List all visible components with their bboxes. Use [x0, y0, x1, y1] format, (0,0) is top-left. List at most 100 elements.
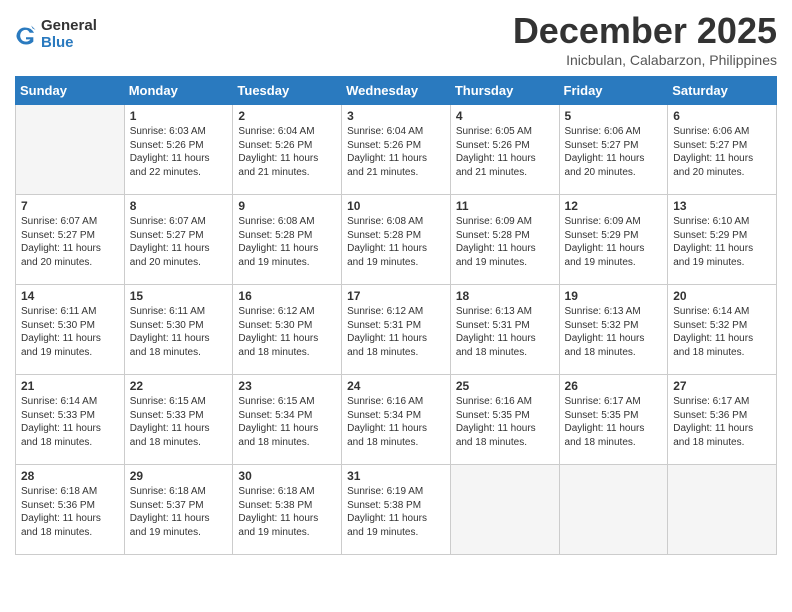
day-number: 1 [130, 109, 228, 123]
calendar-cell: 31 Sunrise: 6:19 AMSunset: 5:38 PMDaylig… [342, 465, 451, 555]
day-info: Sunrise: 6:07 AMSunset: 5:27 PMDaylight:… [130, 216, 210, 268]
day-info: Sunrise: 6:08 AMSunset: 5:28 PMDaylight:… [347, 216, 427, 268]
day-info: Sunrise: 6:19 AMSunset: 5:38 PMDaylight:… [347, 486, 427, 538]
day-number: 19 [565, 289, 663, 303]
day-number: 20 [673, 289, 771, 303]
week-row-4: 28 Sunrise: 6:18 AMSunset: 5:36 PMDaylig… [16, 465, 777, 555]
day-number: 7 [21, 199, 119, 213]
day-number: 11 [456, 199, 554, 213]
day-info: Sunrise: 6:14 AMSunset: 5:32 PMDaylight:… [673, 306, 753, 358]
day-number: 17 [347, 289, 445, 303]
calendar-cell: 2 Sunrise: 6:04 AMSunset: 5:26 PMDayligh… [233, 105, 342, 195]
weekday-header-wednesday: Wednesday [342, 77, 451, 105]
day-info: Sunrise: 6:10 AMSunset: 5:29 PMDaylight:… [673, 216, 753, 268]
header: General Blue December 2025 Inicbulan, Ca… [15, 10, 777, 68]
calendar-cell: 5 Sunrise: 6:06 AMSunset: 5:27 PMDayligh… [559, 105, 668, 195]
day-number: 25 [456, 379, 554, 393]
day-info: Sunrise: 6:18 AMSunset: 5:38 PMDaylight:… [238, 486, 318, 538]
calendar-cell: 14 Sunrise: 6:11 AMSunset: 5:30 PMDaylig… [16, 285, 125, 375]
day-info: Sunrise: 6:16 AMSunset: 5:34 PMDaylight:… [347, 396, 427, 448]
day-number: 14 [21, 289, 119, 303]
calendar-cell [16, 105, 125, 195]
day-info: Sunrise: 6:06 AMSunset: 5:27 PMDaylight:… [673, 126, 753, 178]
logo-blue-text: Blue [41, 35, 97, 52]
day-number: 24 [347, 379, 445, 393]
day-info: Sunrise: 6:13 AMSunset: 5:31 PMDaylight:… [456, 306, 536, 358]
day-number: 21 [21, 379, 119, 393]
day-number: 18 [456, 289, 554, 303]
calendar-cell: 25 Sunrise: 6:16 AMSunset: 5:35 PMDaylig… [450, 375, 559, 465]
day-info: Sunrise: 6:12 AMSunset: 5:30 PMDaylight:… [238, 306, 318, 358]
day-info: Sunrise: 6:15 AMSunset: 5:34 PMDaylight:… [238, 396, 318, 448]
location: Inicbulan, Calabarzon, Philippines [513, 52, 777, 68]
day-number: 5 [565, 109, 663, 123]
day-number: 22 [130, 379, 228, 393]
calendar-cell: 29 Sunrise: 6:18 AMSunset: 5:37 PMDaylig… [124, 465, 233, 555]
day-info: Sunrise: 6:18 AMSunset: 5:36 PMDaylight:… [21, 486, 101, 538]
calendar-cell: 21 Sunrise: 6:14 AMSunset: 5:33 PMDaylig… [16, 375, 125, 465]
calendar-cell: 13 Sunrise: 6:10 AMSunset: 5:29 PMDaylig… [668, 195, 777, 285]
day-info: Sunrise: 6:04 AMSunset: 5:26 PMDaylight:… [238, 126, 318, 178]
logo-general-text: General [41, 18, 97, 35]
calendar-cell [450, 465, 559, 555]
logo-icon [15, 24, 37, 46]
day-info: Sunrise: 6:09 AMSunset: 5:29 PMDaylight:… [565, 216, 645, 268]
day-number: 6 [673, 109, 771, 123]
day-info: Sunrise: 6:16 AMSunset: 5:35 PMDaylight:… [456, 396, 536, 448]
day-number: 30 [238, 469, 336, 483]
day-info: Sunrise: 6:15 AMSunset: 5:33 PMDaylight:… [130, 396, 210, 448]
day-info: Sunrise: 6:18 AMSunset: 5:37 PMDaylight:… [130, 486, 210, 538]
calendar-cell: 4 Sunrise: 6:05 AMSunset: 5:26 PMDayligh… [450, 105, 559, 195]
calendar-cell: 8 Sunrise: 6:07 AMSunset: 5:27 PMDayligh… [124, 195, 233, 285]
weekday-header-tuesday: Tuesday [233, 77, 342, 105]
day-info: Sunrise: 6:05 AMSunset: 5:26 PMDaylight:… [456, 126, 536, 178]
day-number: 2 [238, 109, 336, 123]
day-number: 23 [238, 379, 336, 393]
calendar-cell: 27 Sunrise: 6:17 AMSunset: 5:36 PMDaylig… [668, 375, 777, 465]
day-info: Sunrise: 6:03 AMSunset: 5:26 PMDaylight:… [130, 126, 210, 178]
calendar-table: SundayMondayTuesdayWednesdayThursdayFrid… [15, 76, 777, 555]
weekday-header-saturday: Saturday [668, 77, 777, 105]
calendar-cell: 23 Sunrise: 6:15 AMSunset: 5:34 PMDaylig… [233, 375, 342, 465]
day-info: Sunrise: 6:11 AMSunset: 5:30 PMDaylight:… [21, 306, 101, 358]
week-row-1: 7 Sunrise: 6:07 AMSunset: 5:27 PMDayligh… [16, 195, 777, 285]
day-info: Sunrise: 6:07 AMSunset: 5:27 PMDaylight:… [21, 216, 101, 268]
day-number: 12 [565, 199, 663, 213]
day-number: 29 [130, 469, 228, 483]
day-number: 13 [673, 199, 771, 213]
day-info: Sunrise: 6:08 AMSunset: 5:28 PMDaylight:… [238, 216, 318, 268]
day-number: 15 [130, 289, 228, 303]
calendar-cell: 1 Sunrise: 6:03 AMSunset: 5:26 PMDayligh… [124, 105, 233, 195]
calendar-cell [559, 465, 668, 555]
logo: General Blue [15, 18, 97, 51]
calendar-cell: 22 Sunrise: 6:15 AMSunset: 5:33 PMDaylig… [124, 375, 233, 465]
day-info: Sunrise: 6:17 AMSunset: 5:36 PMDaylight:… [673, 396, 753, 448]
weekday-header-row: SundayMondayTuesdayWednesdayThursdayFrid… [16, 77, 777, 105]
weekday-header-monday: Monday [124, 77, 233, 105]
calendar-cell: 24 Sunrise: 6:16 AMSunset: 5:34 PMDaylig… [342, 375, 451, 465]
calendar-cell: 3 Sunrise: 6:04 AMSunset: 5:26 PMDayligh… [342, 105, 451, 195]
calendar-cell: 12 Sunrise: 6:09 AMSunset: 5:29 PMDaylig… [559, 195, 668, 285]
calendar-cell: 6 Sunrise: 6:06 AMSunset: 5:27 PMDayligh… [668, 105, 777, 195]
day-number: 3 [347, 109, 445, 123]
title-area: December 2025 Inicbulan, Calabarzon, Phi… [513, 10, 777, 68]
day-number: 28 [21, 469, 119, 483]
calendar-cell: 9 Sunrise: 6:08 AMSunset: 5:28 PMDayligh… [233, 195, 342, 285]
calendar-cell: 11 Sunrise: 6:09 AMSunset: 5:28 PMDaylig… [450, 195, 559, 285]
day-number: 10 [347, 199, 445, 213]
weekday-header-friday: Friday [559, 77, 668, 105]
day-number: 16 [238, 289, 336, 303]
day-number: 8 [130, 199, 228, 213]
weekday-header-thursday: Thursday [450, 77, 559, 105]
day-info: Sunrise: 6:13 AMSunset: 5:32 PMDaylight:… [565, 306, 645, 358]
day-info: Sunrise: 6:06 AMSunset: 5:27 PMDaylight:… [565, 126, 645, 178]
calendar-cell [668, 465, 777, 555]
day-info: Sunrise: 6:11 AMSunset: 5:30 PMDaylight:… [130, 306, 210, 358]
day-number: 9 [238, 199, 336, 213]
weekday-header-sunday: Sunday [16, 77, 125, 105]
calendar-cell: 10 Sunrise: 6:08 AMSunset: 5:28 PMDaylig… [342, 195, 451, 285]
calendar-cell: 17 Sunrise: 6:12 AMSunset: 5:31 PMDaylig… [342, 285, 451, 375]
calendar-cell: 16 Sunrise: 6:12 AMSunset: 5:30 PMDaylig… [233, 285, 342, 375]
day-info: Sunrise: 6:04 AMSunset: 5:26 PMDaylight:… [347, 126, 427, 178]
day-info: Sunrise: 6:12 AMSunset: 5:31 PMDaylight:… [347, 306, 427, 358]
